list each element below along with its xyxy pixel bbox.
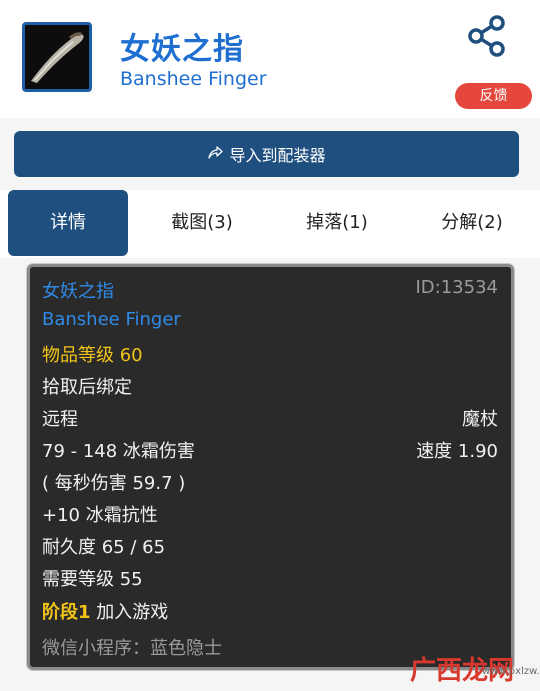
tooltip-speed: 速度 1.90 [416,441,498,462]
tooltip-item-id: ID:13534 [415,277,499,298]
tab-disenchant[interactable]: 分解(2) [412,190,532,256]
import-arrow-icon [207,144,224,164]
watermark-sub: www.pxlzw.com [482,666,540,677]
site-watermark: 广西龙网 www.pxlzw.com [410,650,540,688]
tooltip-name-cn: 女妖之指 [42,281,114,302]
tab-drops[interactable]: 掉落(1) [277,190,397,256]
tooltip-type: 魔杖 [462,409,498,430]
tooltip-resist: +10 冰霜抗性 [42,505,158,526]
tooltip-dps: ( 每秒伤害 59.7 ) [42,473,186,494]
tooltip-footer: 微信小程序：蓝色隐士 [42,638,222,659]
tooltip-slot: 远程 [42,409,78,430]
tab-screenshots[interactable]: 截图(3) [142,190,262,256]
tooltip-phase-label: 阶段1 [42,602,91,623]
wand-item-icon [22,22,92,92]
tooltip-phase-text: 加入游戏 [96,602,169,623]
tooltip-item-level: 物品等级 60 [42,345,143,366]
tooltip-phase: 阶段1 加入游戏 [42,598,168,624]
tooltip-name-en: Banshee Finger [42,309,181,330]
tab-bar: 详情 截图(3) 掉落(1) 分解(2) [0,190,540,258]
tooltip-durability: 耐久度 65 / 65 [42,537,166,558]
import-button-label: 导入到配装器 [229,146,326,165]
feedback-button[interactable]: 反馈 [455,83,532,109]
share-icon[interactable] [466,14,510,58]
item-tooltip-panel: 女妖之指 ID:13534 Banshee Finger 物品等级 60 拾取后… [27,264,514,670]
import-to-builder-button[interactable]: 导入到配装器 [14,131,519,177]
item-header: 女妖之指 Banshee Finger 反馈 [0,0,540,118]
tooltip-bind: 拾取后绑定 [42,377,132,398]
tooltip-damage: 79 - 148 冰霜伤害 [42,441,195,462]
item-title-cn: 女妖之指 [120,32,244,67]
tab-details[interactable]: 详情 [8,190,128,256]
item-title-en: Banshee Finger [120,68,267,90]
tooltip-required-level: 需要等级 55 [42,569,143,590]
